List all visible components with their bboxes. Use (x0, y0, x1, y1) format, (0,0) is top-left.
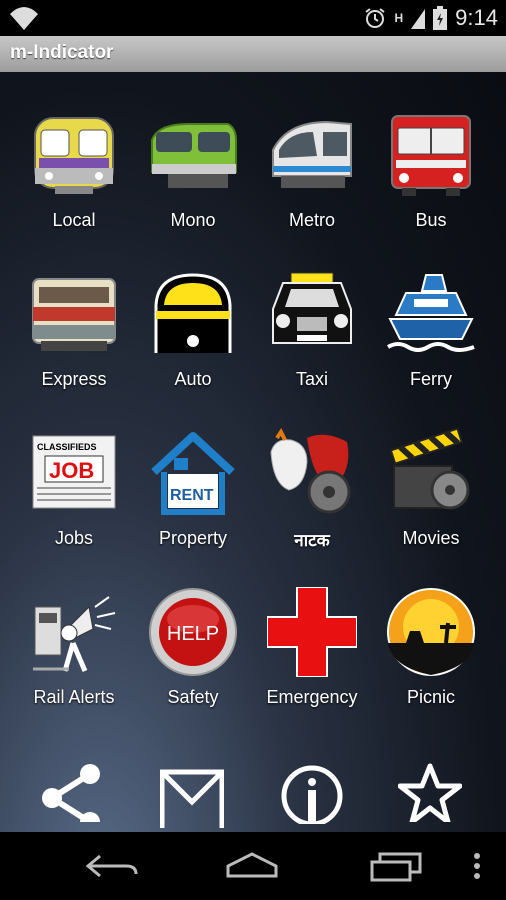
share-icon[interactable] (40, 762, 104, 822)
tile-label: Rail Alerts (33, 687, 115, 707)
metro-train-icon (272, 120, 352, 188)
recents-icon[interactable] (366, 850, 426, 882)
mail-icon[interactable] (160, 768, 224, 828)
classifieds-text: CLASSIFIEDS (37, 442, 97, 452)
tile-label: Movies (402, 528, 460, 548)
tile-label: नाटक (294, 531, 330, 551)
tile-label: Property (158, 528, 228, 548)
home-grid: Local Mono Metro Bus Express Auto Taxi F… (0, 72, 506, 832)
signal-icon (411, 9, 426, 29)
drama-masks-icon (270, 428, 351, 514)
tile-label: Taxi (295, 369, 328, 389)
tile-rail-alerts[interactable]: Rail Alerts (15, 549, 133, 707)
tile-label: Picnic (406, 687, 455, 707)
auto-rickshaw-icon (154, 273, 232, 353)
tile-metro[interactable]: Metro (253, 72, 371, 230)
job-text: JOB (49, 458, 94, 483)
jobs-newspaper-icon: CLASSIFIEDS JOB (32, 435, 116, 509)
tile-label: Emergency (266, 687, 358, 707)
alarm-icon (364, 8, 385, 28)
status-bar: H 9:14 (0, 0, 506, 36)
back-icon[interactable] (82, 850, 142, 882)
tile-natak[interactable]: नाटक (253, 390, 371, 551)
local-train-icon (34, 117, 114, 194)
tile-emergency[interactable]: Emergency (253, 549, 371, 707)
tile-label: Express (41, 369, 107, 389)
ferry-icon (386, 274, 475, 352)
battery-icon (433, 6, 448, 30)
tile-label: Local (52, 210, 96, 230)
picnic-sunset-icon (387, 588, 475, 676)
app-title: m-Indicator (10, 42, 114, 63)
tile-taxi[interactable]: Taxi (253, 231, 371, 389)
rent-text: RENT (170, 487, 214, 504)
monorail-icon (151, 123, 237, 188)
tile-label: Jobs (54, 528, 94, 548)
tile-label: Ferry (410, 369, 452, 389)
tile-ferry[interactable]: Ferry (372, 231, 490, 389)
tile-auto[interactable]: Auto (134, 231, 252, 389)
rail-alerts-megaphone-icon (33, 596, 116, 672)
network-type: H (394, 11, 404, 25)
tile-label: Metro (288, 210, 335, 230)
tile-jobs[interactable]: CLASSIFIEDS JOB Jobs (15, 390, 133, 548)
tile-label: Auto (174, 369, 212, 389)
info-icon[interactable] (280, 764, 344, 824)
navigation-bar (0, 832, 506, 900)
express-train-icon (32, 278, 116, 351)
star-icon[interactable] (398, 762, 462, 822)
tile-local[interactable]: Local (15, 72, 133, 230)
tile-express[interactable]: Express (15, 231, 133, 389)
bus-icon (391, 115, 471, 196)
property-house-icon: RENT (151, 432, 235, 515)
wifi-icon (10, 7, 38, 30)
help-text: HELP (167, 623, 219, 645)
taxi-icon (272, 272, 352, 344)
clock: 9:14 (455, 5, 498, 30)
red-cross-icon (267, 587, 357, 677)
tile-property[interactable]: RENT Property (134, 390, 252, 548)
tile-mono[interactable]: Mono (134, 72, 252, 230)
tile-safety[interactable]: HELP Safety (134, 549, 252, 707)
tile-label: Bus (415, 210, 447, 230)
action-bar: m-Indicator (0, 36, 506, 73)
overflow-menu-icon[interactable] (462, 850, 492, 882)
tile-picnic[interactable]: Picnic (372, 549, 490, 707)
tile-label: Safety (167, 687, 219, 707)
help-button-icon: HELP (149, 588, 237, 676)
tile-label: Mono (170, 210, 216, 230)
movie-clapper-icon (389, 428, 470, 510)
home-icon[interactable] (222, 850, 282, 882)
tile-bus[interactable]: Bus (372, 72, 490, 230)
tile-movies[interactable]: Movies (372, 390, 490, 548)
